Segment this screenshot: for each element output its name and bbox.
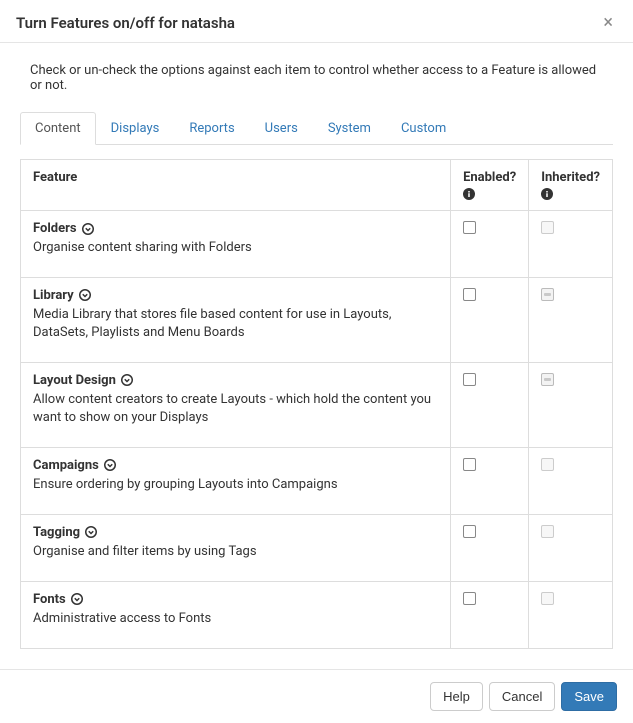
tab-reports[interactable]: Reports	[174, 112, 249, 145]
column-header-enabled-label: Enabled?	[463, 170, 516, 185]
feature-name: Layout Design	[33, 373, 116, 388]
chevron-down-circle-icon	[79, 289, 91, 301]
inherited-cell	[529, 447, 613, 514]
feature-name-row[interactable]: Campaigns	[33, 458, 438, 473]
feature-name-row[interactable]: Library	[33, 288, 438, 303]
feature-name-row[interactable]: Layout Design	[33, 373, 438, 388]
enabled-cell	[451, 447, 529, 514]
modal-title: Turn Features on/off for natasha	[16, 14, 235, 32]
tabs-nav: ContentDisplaysReportsUsersSystemCustom	[20, 111, 613, 145]
inherited-checkbox	[541, 288, 554, 301]
feature-description: Organise content sharing with Folders	[33, 239, 438, 257]
feature-cell: Tagging Organise and filter items by usin…	[21, 514, 451, 581]
info-icon[interactable]	[541, 188, 553, 200]
modal-body: Check or un-check the options against ea…	[0, 43, 633, 669]
close-icon[interactable]: ×	[599, 14, 617, 32]
inherited-cell	[529, 277, 613, 362]
table-row: Library Media Library that stores file ba…	[21, 277, 613, 362]
enabled-cell	[451, 277, 529, 362]
column-header-feature-label: Feature	[33, 170, 77, 185]
feature-description: Organise and filter items by using Tags	[33, 543, 438, 561]
feature-description: Administrative access to Fonts	[33, 610, 438, 628]
chevron-down-circle-icon	[121, 374, 133, 386]
feature-name: Fonts	[33, 592, 66, 607]
inherited-cell	[529, 211, 613, 278]
save-button[interactable]: Save	[561, 682, 617, 711]
modal-description: Check or un-check the options against ea…	[30, 63, 609, 93]
chevron-down-circle-icon	[104, 459, 116, 471]
feature-name-row[interactable]: Fonts	[33, 592, 438, 607]
column-header-feature: Feature	[21, 160, 451, 211]
column-header-enabled: Enabled?	[451, 160, 529, 211]
inherited-checkbox	[541, 373, 554, 386]
tab-system[interactable]: System	[313, 112, 386, 145]
inherited-cell	[529, 514, 613, 581]
feature-name-row[interactable]: Tagging	[33, 525, 438, 540]
enabled-checkbox[interactable]	[463, 288, 476, 301]
feature-name: Tagging	[33, 525, 80, 540]
inherited-cell	[529, 362, 613, 447]
enabled-cell	[451, 362, 529, 447]
tab-displays[interactable]: Displays	[96, 112, 175, 145]
chevron-down-circle-icon	[85, 526, 97, 538]
tab-users[interactable]: Users	[250, 112, 313, 145]
enabled-checkbox[interactable]	[463, 525, 476, 538]
column-header-inherited-label: Inherited?	[541, 170, 600, 185]
help-button[interactable]: Help	[430, 682, 483, 711]
modal-footer: Help Cancel Save	[0, 669, 633, 723]
column-header-inherited: Inherited?	[529, 160, 613, 211]
enabled-checkbox[interactable]	[463, 592, 476, 605]
enabled-checkbox[interactable]	[463, 221, 476, 234]
feature-name: Folders	[33, 221, 77, 236]
enabled-checkbox[interactable]	[463, 373, 476, 386]
inherited-checkbox	[541, 592, 554, 605]
enabled-cell	[451, 514, 529, 581]
feature-name-row[interactable]: Folders	[33, 221, 438, 236]
table-row: Campaigns Ensure ordering by grouping Lay…	[21, 447, 613, 514]
feature-name: Library	[33, 288, 74, 303]
modal-header: Turn Features on/off for natasha ×	[0, 0, 633, 43]
feature-description: Media Library that stores file based con…	[33, 306, 438, 342]
info-icon[interactable]	[463, 188, 475, 200]
feature-cell: Layout Design Allow content creators to c…	[21, 362, 451, 447]
feature-description: Allow content creators to create Layouts…	[33, 391, 438, 427]
inherited-checkbox	[541, 458, 554, 471]
feature-cell: Fonts Administrative access to Fonts	[21, 581, 451, 648]
chevron-down-circle-icon	[82, 223, 94, 235]
cancel-button[interactable]: Cancel	[489, 682, 555, 711]
tab-custom[interactable]: Custom	[386, 112, 461, 145]
enabled-checkbox[interactable]	[463, 458, 476, 471]
feature-table: Feature Enabled? Inherited?	[20, 159, 613, 649]
tab-content[interactable]: Content	[20, 112, 96, 145]
inherited-checkbox	[541, 221, 554, 234]
feature-cell: Library Media Library that stores file ba…	[21, 277, 451, 362]
enabled-cell	[451, 581, 529, 648]
table-row: Fonts Administrative access to Fonts	[21, 581, 613, 648]
inherited-checkbox	[541, 525, 554, 538]
feature-cell: Folders Organise content sharing with Fol…	[21, 211, 451, 278]
feature-name: Campaigns	[33, 458, 99, 473]
table-row: Tagging Organise and filter items by usin…	[21, 514, 613, 581]
inherited-cell	[529, 581, 613, 648]
table-row: Folders Organise content sharing with Fol…	[21, 211, 613, 278]
feature-cell: Campaigns Ensure ordering by grouping Lay…	[21, 447, 451, 514]
enabled-cell	[451, 211, 529, 278]
modal-turn-features: Turn Features on/off for natasha × Check…	[0, 0, 633, 723]
table-row: Layout Design Allow content creators to c…	[21, 362, 613, 447]
feature-description: Ensure ordering by grouping Layouts into…	[33, 476, 438, 494]
chevron-down-circle-icon	[71, 593, 83, 605]
